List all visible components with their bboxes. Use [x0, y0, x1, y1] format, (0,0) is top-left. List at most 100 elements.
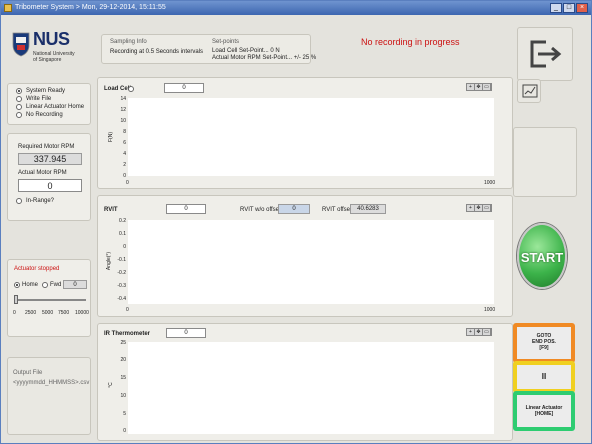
- slider-handle[interactable]: [14, 295, 18, 304]
- ir-ylabel: °C: [107, 382, 114, 388]
- title-bar[interactable]: Tribometer System > Mon, 29-12-2014, 15:…: [1, 1, 591, 15]
- status-panel: System Ready Write File Linear Actuator …: [7, 83, 91, 125]
- goto-line3: [F9]: [539, 345, 549, 351]
- crest-icon: [12, 32, 30, 57]
- fwd-label: Fwd: [50, 282, 62, 288]
- y-tick: 0.1: [119, 231, 126, 237]
- rvit-nobias-value: 0: [278, 204, 310, 214]
- required-rpm-label: Required Motor RPM: [18, 144, 75, 150]
- rvit-graph-tools[interactable]: + ✥ ▭: [466, 204, 492, 212]
- ir-plot-area[interactable]: [128, 342, 494, 434]
- y-tick: 25: [120, 340, 126, 346]
- actuator-home-button[interactable]: Linear Actuator [HOME]: [513, 391, 575, 431]
- y-tick: 6: [123, 140, 126, 146]
- chart-view-button[interactable]: [517, 79, 541, 103]
- rvit-offset-label: RVIT offset: [322, 207, 352, 213]
- y-tick: -0.1: [117, 257, 126, 263]
- chart-icon: [522, 84, 538, 98]
- actual-rpm-value: 0: [18, 179, 82, 192]
- slider-tick-5: 10000: [75, 310, 89, 316]
- output-panel: Output File <yyyymmdd_HHMMSS>.csv: [7, 357, 91, 435]
- slider-tick-1: 0: [13, 310, 16, 316]
- y-tick: 4: [123, 151, 126, 157]
- setpoint-line1: Load Cell Set-Point... 0 N: [212, 48, 280, 54]
- y-tick: 2: [123, 162, 126, 168]
- rvit-title: RVIT: [104, 207, 118, 213]
- y-tick: 0: [123, 428, 126, 434]
- ir-title: IR Thermometer: [104, 331, 151, 337]
- actuator-position: 0: [63, 280, 87, 289]
- x-tick: 1000: [484, 180, 496, 186]
- application-window: Tribometer System > Mon, 29-12-2014, 15:…: [0, 0, 592, 444]
- close-button[interactable]: ×: [576, 3, 588, 13]
- y-tick: -0.2: [117, 270, 126, 276]
- rvit-nobias-label: RVIT w/o offset: [240, 207, 281, 213]
- y-tick: 0.2: [119, 218, 126, 224]
- y-tick: -0.4: [117, 296, 126, 302]
- y-tick: 0: [123, 244, 126, 250]
- actuator-status: Actuator stopped: [14, 266, 60, 272]
- state-label-4: No Recording: [26, 112, 63, 118]
- in-range-led: [16, 198, 22, 204]
- y-tick: 10: [120, 393, 126, 399]
- load-cell-value: 0: [164, 83, 204, 93]
- sampling-title: Sampling Info: [110, 39, 147, 45]
- pause-button[interactable]: II: [513, 361, 575, 393]
- y-tick: 5: [123, 411, 126, 417]
- exit-icon: [530, 40, 562, 68]
- load-cell-graph: Load Cell 0 + ✥ ▭ F(N) 14 12 10 8 6 4 2 0 …: [97, 77, 513, 189]
- x-tick: 0: [126, 180, 129, 186]
- minimize-button[interactable]: _: [550, 3, 562, 13]
- y-tick: 20: [120, 357, 126, 363]
- info-panel: Sampling Info Recording at 0.5 Seconds i…: [101, 34, 316, 64]
- start-button[interactable]: START: [517, 223, 567, 289]
- load-cell-plot-area[interactable]: [128, 98, 494, 176]
- right-panel-upper: [513, 127, 577, 197]
- home-line2: [HOME]: [534, 411, 554, 417]
- load-cell-graph-tools[interactable]: + ✥ ▭: [466, 83, 492, 91]
- setpoint-line2: Actual Motor RPM Set-Point... +/- 25 %: [212, 55, 317, 61]
- state-radio-write-file: [16, 96, 22, 102]
- state-radio-no-recording: [16, 112, 22, 118]
- ir-graph-tools[interactable]: + ✥ ▭: [466, 328, 492, 336]
- rvit-graph: RVIT 0 RVIT w/o offset 0 RVIT offset 40.…: [97, 195, 513, 317]
- ir-graph: IR Thermometer 0 + ✥ ▭ °C 25 20 15 10 5 0: [97, 323, 513, 441]
- slider-tick-4: 7500: [58, 310, 70, 316]
- state-radio-system-ready: [16, 88, 22, 94]
- ir-value: 0: [166, 328, 206, 338]
- y-tick: 15: [120, 375, 126, 381]
- recording-status: No recording in progress: [361, 37, 460, 47]
- nus-logo: NUS National University of Singapore: [11, 29, 83, 73]
- state-label-3: Linear Actuator Home: [26, 104, 85, 110]
- actual-rpm-label: Actual Motor RPM: [18, 170, 67, 176]
- window-title: Tribometer System > Mon, 29-12-2014, 15:…: [15, 4, 166, 11]
- goto-end-pos-button[interactable]: GOTO END POS. [F9]: [513, 323, 575, 363]
- maximize-button[interactable]: □: [563, 3, 575, 13]
- rvit-plot-area[interactable]: [128, 220, 494, 304]
- fwd-radio[interactable]: [42, 282, 48, 288]
- load-cell-title: Load Cell: [104, 86, 132, 92]
- output-label: Output File: [13, 370, 43, 376]
- rpm-panel: Required Motor RPM 337.945 Actual Motor …: [7, 133, 91, 221]
- client-area: NUS National University of Singapore Sam…: [1, 15, 591, 443]
- x-tick: 1000: [484, 307, 496, 313]
- y-tick: -0.3: [117, 283, 126, 289]
- y-tick: 14: [120, 96, 126, 102]
- load-cell-led: [128, 86, 134, 92]
- app-icon: [4, 4, 12, 12]
- x-tick: 0: [126, 307, 129, 313]
- state-label-1: System Ready: [26, 88, 66, 94]
- exit-button[interactable]: [517, 27, 573, 81]
- required-rpm-value: 337.945: [18, 153, 82, 165]
- logo-title: NUS: [33, 29, 70, 49]
- actuator-panel: Actuator stopped Home Fwd 0 0 2500 5000 …: [7, 259, 91, 337]
- slider-tick-2: 2500: [25, 310, 37, 316]
- in-range-label: In-Range?: [26, 198, 55, 204]
- y-tick: 10: [120, 118, 126, 124]
- home-label: Home: [22, 282, 39, 288]
- sampling-text: Recording at 0.5 Seconds intervals: [110, 49, 204, 55]
- home-radio[interactable]: [14, 282, 20, 288]
- logo-line2: of Singapore: [33, 57, 62, 63]
- y-tick: 0: [123, 173, 126, 179]
- y-tick: 8: [123, 129, 126, 135]
